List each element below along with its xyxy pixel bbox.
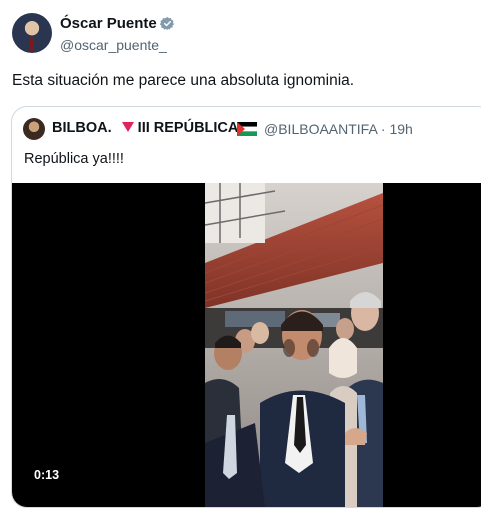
quoted-text: República ya!!!! [24,151,124,167]
tweet-text: Esta situación me parece una absoluta ig… [12,72,355,89]
video-scene [205,183,383,507]
quoted-tweet-card[interactable]: BILBOA. III REPÚBLICA @BILBOAANTIFA · 19… [11,106,481,508]
verified-badge-icon [160,16,175,31]
quoted-display-name[interactable]: BILBOA. III REPÚBLICA [52,120,238,136]
video-player[interactable]: 0:13 [12,183,481,507]
author-display-name[interactable]: Óscar Puente [60,15,157,32]
video-timestamp: 0:13 [34,468,60,482]
quoted-avatar[interactable] [23,118,45,140]
quoted-handle[interactable]: @BILBOAANTIFA · 19h [264,121,413,137]
red-triangle-icon [121,122,134,133]
author-avatar[interactable] [12,13,52,53]
quoted-name-suffix: III REPÚBLICA [137,120,239,136]
quoted-name-main: BILBOA. [52,120,112,136]
author-handle[interactable]: @oscar_puente_ [60,37,167,53]
video-frame [205,183,383,507]
palestine-flag-icon [237,122,257,136]
